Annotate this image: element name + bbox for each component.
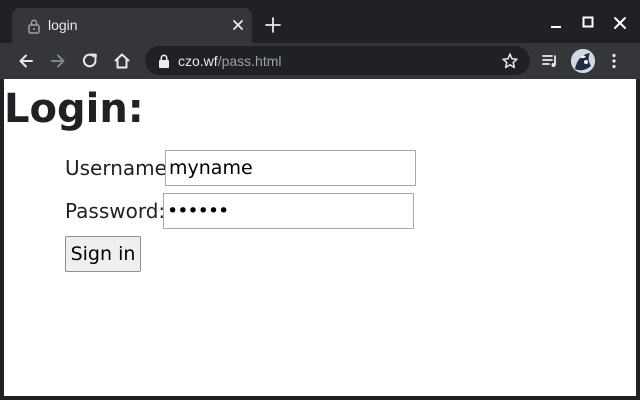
sign-in-button[interactable]: Sign in bbox=[65, 236, 141, 272]
url-text[interactable]: czo.wf/pass.html bbox=[178, 53, 282, 69]
page-viewport: Login: Username: myname Password: ••••••… bbox=[4, 79, 636, 396]
reading-list-icon[interactable] bbox=[540, 51, 560, 71]
profile-avatar[interactable] bbox=[571, 49, 595, 73]
secure-lock-icon[interactable] bbox=[158, 54, 170, 68]
back-arrow-icon[interactable] bbox=[16, 51, 36, 71]
password-label: Password: bbox=[65, 199, 166, 223]
lock-icon bbox=[28, 19, 40, 34]
window-frame-bottom bbox=[0, 396, 640, 400]
username-input[interactable]: myname bbox=[165, 150, 416, 186]
window-frame-left bbox=[0, 79, 4, 400]
username-label: Username: bbox=[65, 156, 174, 180]
tab-close-icon[interactable] bbox=[230, 17, 246, 33]
maximize-icon[interactable] bbox=[580, 14, 596, 30]
password-input[interactable]: •••••• bbox=[163, 193, 414, 229]
bookmark-star-icon[interactable] bbox=[501, 52, 519, 70]
menu-kebab-icon[interactable] bbox=[604, 51, 624, 71]
browser-toolbar: czo.wf/pass.html bbox=[0, 43, 640, 79]
window-close-icon[interactable] bbox=[611, 14, 629, 32]
browser-tab[interactable]: login bbox=[12, 8, 252, 43]
forward-arrow-icon[interactable] bbox=[48, 51, 68, 71]
new-tab-icon[interactable] bbox=[264, 16, 282, 34]
tab-strip: login bbox=[0, 0, 640, 43]
url-host: czo.wf bbox=[178, 53, 218, 69]
reload-icon[interactable] bbox=[80, 51, 100, 71]
tab-title: login bbox=[48, 17, 78, 33]
minimize-icon[interactable] bbox=[548, 15, 564, 31]
url-path: /pass.html bbox=[217, 53, 282, 69]
page-title: Login: bbox=[4, 86, 144, 132]
window-frame-right bbox=[636, 79, 640, 400]
home-icon[interactable] bbox=[112, 51, 132, 71]
avatar-image bbox=[571, 49, 595, 73]
address-bar[interactable]: czo.wf/pass.html bbox=[145, 46, 530, 75]
